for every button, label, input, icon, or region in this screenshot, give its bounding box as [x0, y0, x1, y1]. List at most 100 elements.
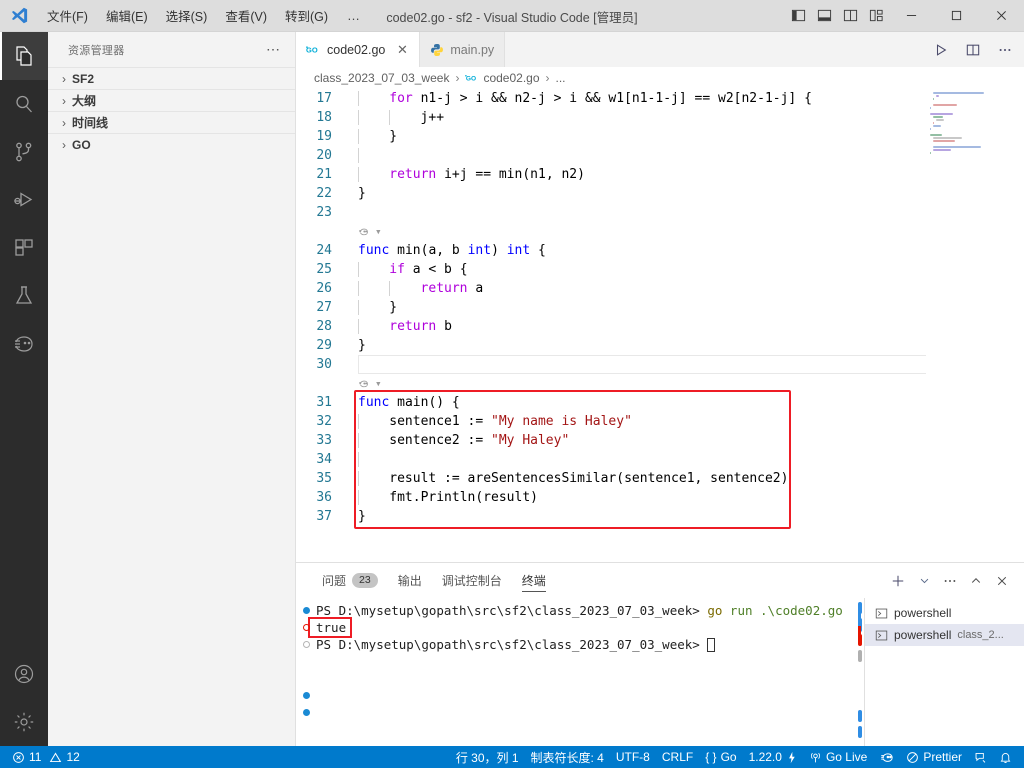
activity-accounts[interactable]: [0, 650, 48, 698]
status-indentation[interactable]: 制表符长度: 4: [525, 746, 610, 768]
code-line[interactable]: 18 j++: [296, 108, 1024, 127]
status-language-mode[interactable]: { } Go: [699, 746, 742, 768]
menu-go[interactable]: 转到(G): [276, 2, 337, 29]
code-line[interactable]: 21 return i+j == min(n1, n2): [296, 165, 1024, 184]
tab-main-py[interactable]: main.py: [420, 32, 506, 67]
vscode-logo-icon: [0, 6, 38, 25]
run-go-file-button[interactable]: [930, 32, 952, 67]
window-maximize-button[interactable]: [934, 0, 979, 32]
run-test-icon[interactable]: ▾: [348, 377, 382, 390]
code-line[interactable]: 29}: [296, 336, 1024, 355]
line-number: 19: [316, 129, 332, 144]
toggle-panel-icon[interactable]: [811, 0, 837, 32]
status-problems[interactable]: 11 12: [6, 746, 86, 768]
panel-tab-terminal[interactable]: 终端: [512, 563, 556, 598]
status-notifications[interactable]: [993, 746, 1018, 768]
panel-more-actions-button[interactable]: [938, 567, 962, 595]
tab-close-icon[interactable]: ✕: [395, 42, 409, 58]
new-terminal-button[interactable]: [886, 567, 910, 595]
terminal-tab-item[interactable]: powershell: [858, 602, 1024, 624]
maximize-panel-button[interactable]: [964, 567, 988, 595]
code-line[interactable]: 24 func min(a, b int) int {: [296, 241, 1024, 260]
sidebar-section-sf2[interactable]: › SF2: [48, 67, 295, 89]
terminal-profile-dropdown[interactable]: [912, 567, 936, 595]
status-go-version[interactable]: 1.22.0: [743, 746, 803, 768]
panel-tabs-bar: 问题 23 输出 调试控制台 终端: [296, 563, 1024, 598]
breadcrumb-item-folder[interactable]: class_2023_07_03_week: [314, 71, 449, 85]
error-count: 11: [29, 750, 42, 764]
terminal-output[interactable]: PS D:\mysetup\gopath\src\sf2\class_2023_…: [296, 598, 864, 746]
sidebar-section-timeline[interactable]: › 时间线: [48, 111, 295, 133]
breadcrumb-item-symbol[interactable]: ...: [556, 71, 566, 85]
code-lens-row[interactable]: .▾: [296, 222, 1024, 241]
tab-code02-go[interactable]: GO code02.go ✕: [296, 32, 421, 67]
code-lens-row[interactable]: .▾: [296, 374, 1024, 393]
split-editor-right-button[interactable]: [962, 32, 984, 67]
menu-overflow-button[interactable]: …: [337, 4, 371, 27]
status-encoding[interactable]: UTF-8: [610, 746, 656, 768]
activity-go-extension[interactable]: [0, 320, 48, 368]
code-editor[interactable]: 17 for n1-j > i && n2-j > i && w1[n1-1-j]…: [296, 89, 1024, 562]
activity-explorer[interactable]: [0, 32, 48, 80]
code-line[interactable]: 27}: [296, 298, 1024, 317]
panel-tab-label: 调试控制台: [441, 574, 502, 588]
code-line[interactable]: 34: [296, 450, 1024, 469]
activity-search[interactable]: [0, 80, 48, 128]
activity-source-control[interactable]: [0, 128, 48, 176]
code-line[interactable]: 23: [296, 203, 1024, 222]
window-close-button[interactable]: [979, 0, 1024, 32]
status-cursor-position[interactable]: 行 30，列 1: [450, 746, 525, 768]
toggle-secondary-sidebar-icon[interactable]: [837, 0, 863, 32]
menu-file[interactable]: 文件(F): [38, 2, 97, 29]
menu-view[interactable]: 查看(V): [216, 2, 276, 29]
activity-settings[interactable]: [0, 698, 48, 746]
activity-run-debug[interactable]: [0, 176, 48, 224]
code-line[interactable]: 31 func main() {: [296, 393, 1024, 412]
code-line[interactable]: 28 return b: [296, 317, 1024, 336]
activity-testing[interactable]: [0, 272, 48, 320]
code-line[interactable]: 20: [296, 146, 1024, 165]
breadcrumb-item-file[interactable]: code02.go: [483, 71, 539, 85]
menu-edit[interactable]: 编辑(E): [97, 2, 157, 29]
minimap[interactable]: [926, 89, 1010, 562]
line-number: 27: [316, 300, 332, 315]
panel-tab-debug-console[interactable]: 调试控制台: [432, 563, 512, 598]
editor-more-actions-button[interactable]: [994, 32, 1016, 67]
code-line-content: func min(a, b int) int {: [358, 243, 546, 258]
code-lines[interactable]: 17 for n1-j > i && n2-j > i && w1[n1-1-j]…: [296, 89, 1024, 526]
code-line[interactable]: 26 return a: [296, 279, 1024, 298]
menu-bar[interactable]: 文件(F) 编辑(E) 选择(S) 查看(V) 转到(G) …: [38, 2, 371, 29]
menu-selection[interactable]: 选择(S): [157, 2, 217, 29]
code-line[interactable]: 33 sentence2 := "My Haley": [296, 431, 1024, 450]
status-go-extension[interactable]: [873, 746, 900, 768]
status-remote[interactable]: [968, 746, 993, 768]
editor-vertical-scrollbar[interactable]: [1010, 89, 1024, 562]
close-panel-button[interactable]: [990, 567, 1014, 595]
code-line[interactable]: 32 sentence1 := "My name is Haley": [296, 412, 1024, 431]
code-line[interactable]: 25 if a < b {: [296, 260, 1024, 279]
window-minimize-button[interactable]: [889, 0, 934, 32]
code-line-content: sentence1 := "My name is Haley": [348, 414, 1024, 429]
code-line[interactable]: 22}: [296, 184, 1024, 203]
customize-layout-icon[interactable]: [863, 0, 889, 32]
code-line[interactable]: 19}: [296, 127, 1024, 146]
status-prettier[interactable]: Prettier: [900, 746, 968, 768]
code-line[interactable]: 30: [296, 355, 1024, 374]
run-test-icon[interactable]: ▾: [348, 225, 382, 238]
sidebar-section-outline[interactable]: › 大纲: [48, 89, 295, 111]
status-eol[interactable]: CRLF: [656, 746, 699, 768]
code-line[interactable]: 36 fmt.Println(result): [296, 488, 1024, 507]
code-line[interactable]: 17 for n1-j > i && n2-j > i && w1[n1-1-j]…: [296, 89, 1024, 108]
activity-extensions[interactable]: [0, 224, 48, 272]
terminal-tabs-list[interactable]: powershell powershell class_2...: [858, 598, 1024, 746]
terminal-tab-item[interactable]: powershell class_2...: [858, 624, 1024, 646]
sidebar-more-actions-button[interactable]: ⋯: [266, 41, 287, 58]
toggle-primary-sidebar-icon[interactable]: [785, 0, 811, 32]
panel-tab-problems[interactable]: 问题 23: [312, 563, 388, 598]
warning-count: 12: [66, 750, 80, 764]
status-go-live[interactable]: Go Live: [803, 746, 873, 768]
code-line[interactable]: 37}: [296, 507, 1024, 526]
panel-tab-output[interactable]: 输出: [388, 563, 432, 598]
sidebar-section-go[interactable]: › GO: [48, 133, 295, 155]
code-line[interactable]: 35 result := areSentencesSimilar(sentence…: [296, 469, 1024, 488]
